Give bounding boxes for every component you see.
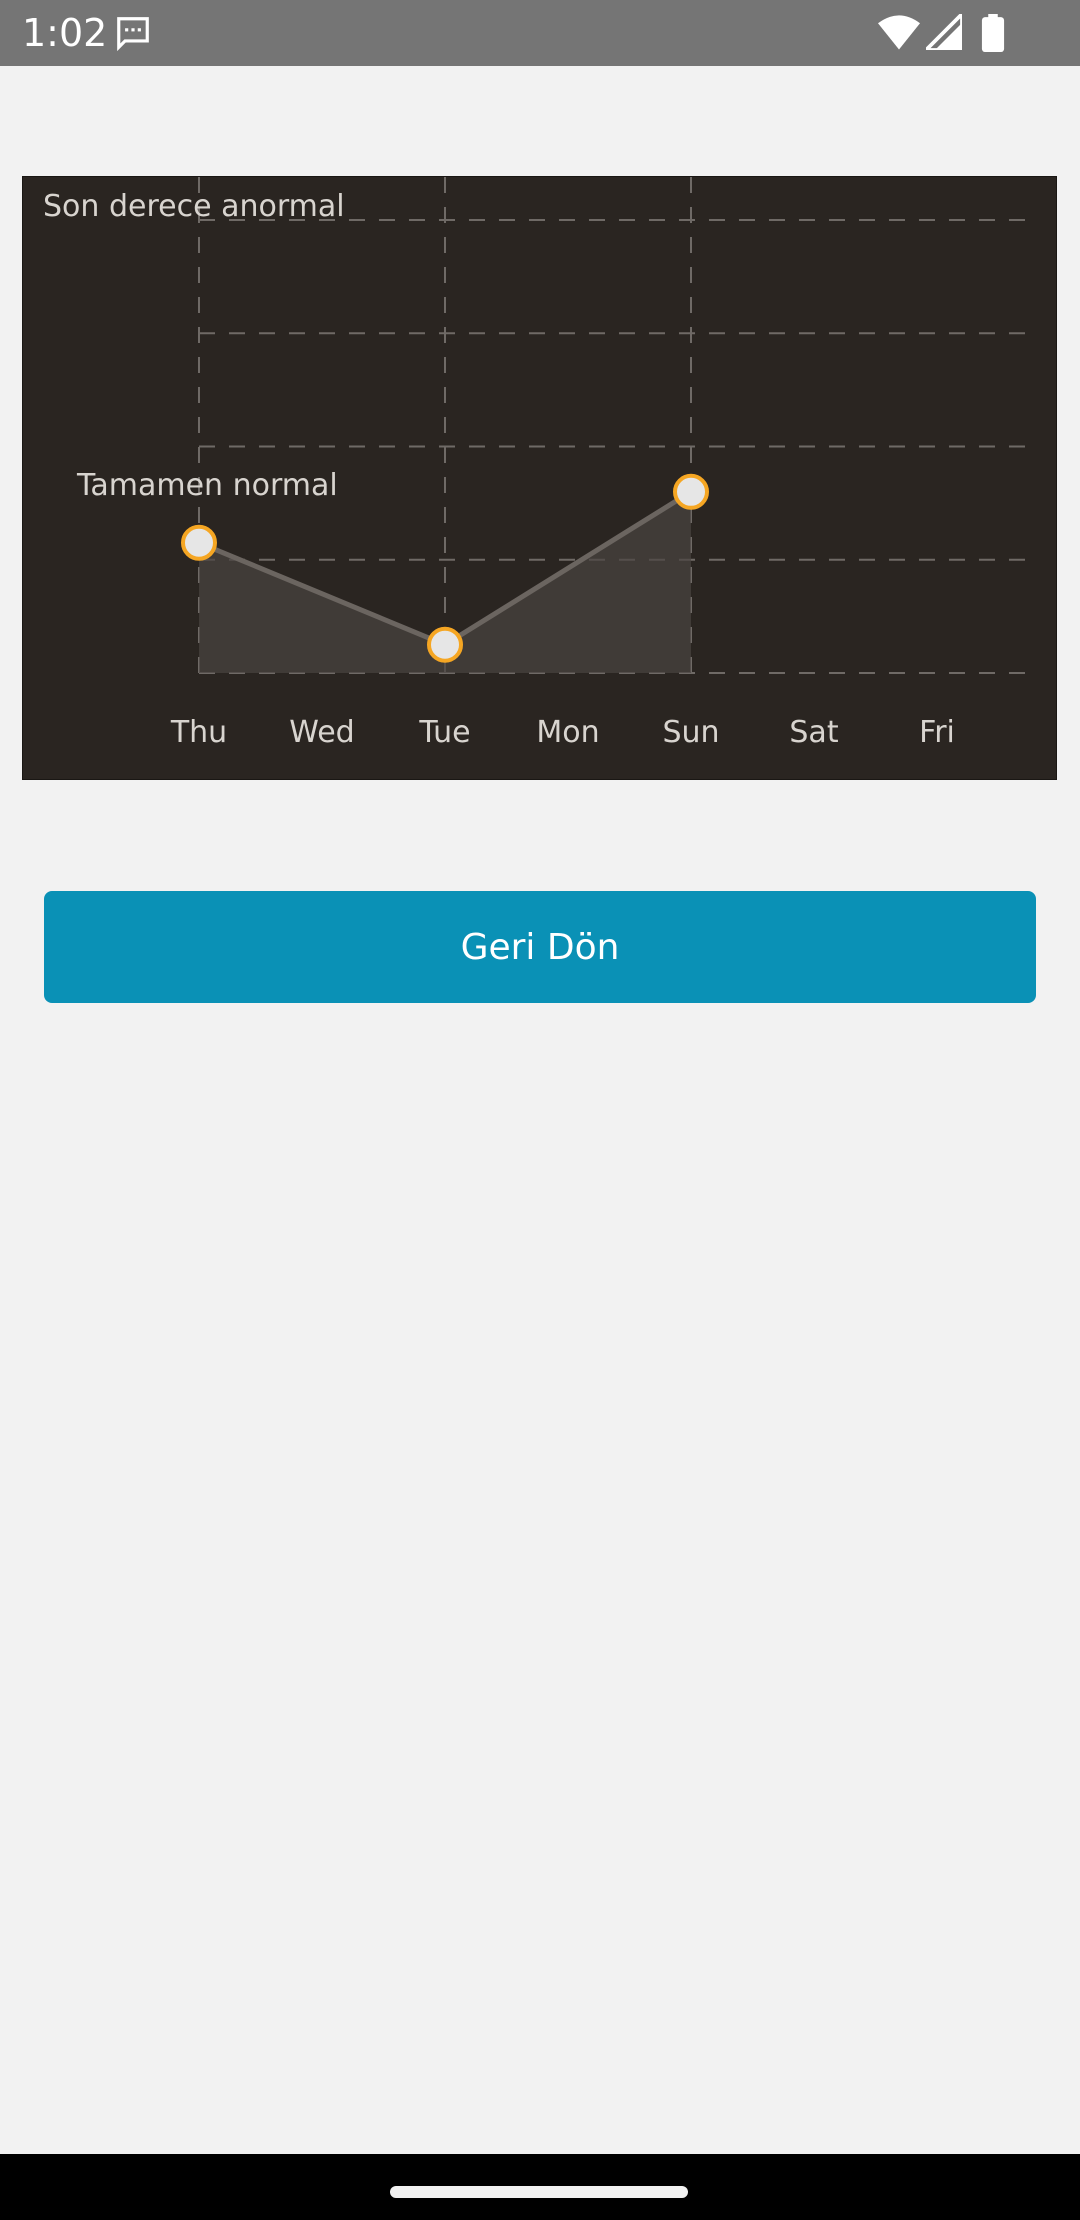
x-tick-label-mon: Mon xyxy=(536,715,599,750)
x-tick-label-tue: Tue xyxy=(418,715,470,750)
wifi-icon xyxy=(878,15,920,50)
data-point-tue xyxy=(427,626,463,663)
home-handle[interactable] xyxy=(390,2186,688,2198)
y-label-top: Son derece anormal xyxy=(43,189,345,224)
status-time: 1:02 xyxy=(22,11,108,55)
back-button-label: Geri Dön xyxy=(460,926,620,968)
message-icon xyxy=(117,17,149,52)
status-bar: 1:02 xyxy=(0,0,1080,66)
navigation-bar xyxy=(0,2154,1080,2220)
x-tick-label-sun: Sun xyxy=(662,715,719,750)
y-label-bottom: Tamamen normal xyxy=(77,468,338,503)
x-tick-label-fri: Fri xyxy=(919,715,955,750)
chart-panel: Thu Wed Tue Mon Sun Sat Fri Son derece anormal… xyxy=(22,176,1057,780)
data-point-sat xyxy=(673,473,709,510)
data-point-thu xyxy=(181,524,217,561)
x-tick-label-wed: Wed xyxy=(289,715,354,750)
battery-icon xyxy=(981,14,1005,52)
back-button[interactable]: Geri Dön xyxy=(44,891,1036,1003)
x-tick-label-thu: Thu xyxy=(170,715,227,750)
signal-icon xyxy=(926,14,962,50)
x-tick-label-sat: Sat xyxy=(789,715,838,750)
